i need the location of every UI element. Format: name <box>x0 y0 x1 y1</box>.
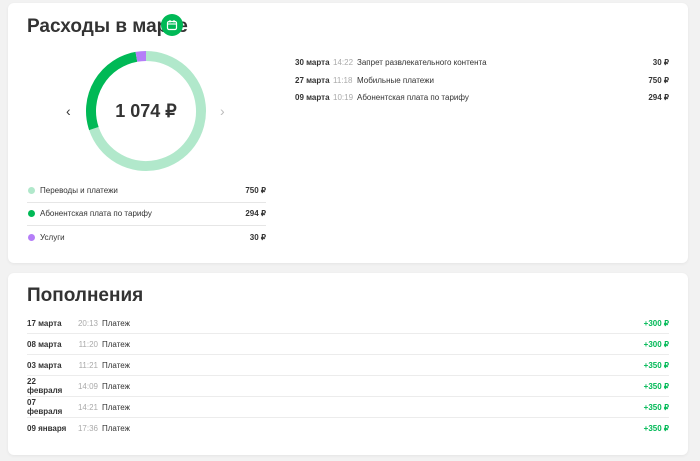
legend-label: Переводы и платежи <box>40 185 118 195</box>
topup-date: 17 марта <box>27 318 62 328</box>
transaction-date: 27 марта <box>295 75 330 85</box>
transaction-date: 09 марта <box>295 93 330 103</box>
topup-amount: +300 ₽ <box>643 339 669 349</box>
legend-item: Услуги 30 ₽ <box>27 226 266 250</box>
transaction-time: 14:22 <box>333 58 354 68</box>
topup-amount: +350 ₽ <box>643 381 669 391</box>
transaction-row[interactable]: 27 марта 11:18 Мобильные платежи 750 ₽ <box>295 72 669 90</box>
transaction-amount: 294 ₽ <box>648 93 669 103</box>
topup-amount: +300 ₽ <box>643 318 669 328</box>
topups-title: Пополнения <box>27 285 144 306</box>
topup-date: 09 января <box>27 424 67 433</box>
topup-date: 22 февраля <box>27 377 63 395</box>
next-month-button[interactable]: › <box>220 103 225 119</box>
topup-row[interactable]: 22 февраля 14:09 Платеж +350 ₽ <box>27 376 669 397</box>
legend-amount: 30 ₽ <box>249 233 266 243</box>
topup-amount: +350 ₽ <box>643 424 669 433</box>
topup-row[interactable]: 17 марта 20:13 Платеж +300 ₽ <box>27 313 669 334</box>
topup-time: 11:21 <box>78 360 98 370</box>
transaction-amount: 750 ₽ <box>648 75 669 85</box>
transaction-description: Запрет развлекательного контента <box>357 58 487 68</box>
topup-time: 11:20 <box>78 339 98 349</box>
topup-description: Платеж <box>102 339 130 349</box>
topup-date: 07 февраля <box>27 398 63 416</box>
topup-row[interactable]: 09 января 17:36 Платеж +350 ₽ <box>27 418 669 439</box>
legend-amount: 294 ₽ <box>245 209 266 219</box>
donut-segment <box>135 51 147 62</box>
topup-row[interactable]: 03 марта 11:21 Платеж +350 ₽ <box>27 355 669 376</box>
legend-dot-icon <box>28 210 35 218</box>
topup-date: 03 марта <box>27 360 62 370</box>
expenses-transactions: 30 марта 14:22 Запрет развлекательного кон… <box>295 54 669 107</box>
calendar-button[interactable] <box>161 14 183 36</box>
topup-row[interactable]: 08 марта 11:20 Платеж +300 ₽ <box>27 334 669 355</box>
topup-description: Платеж <box>102 360 130 370</box>
expenses-total: 1 074 ₽ <box>115 101 177 121</box>
topup-amount: +350 ₽ <box>643 402 669 412</box>
legend-dot-icon <box>28 186 35 194</box>
transaction-time: 10:19 <box>333 93 354 103</box>
legend-dot-icon <box>28 234 35 242</box>
legend-item: Абонентская плата по тарифу 294 ₽ <box>27 203 266 226</box>
legend-label: Услуги <box>40 233 65 243</box>
legend-label: Абонентская плата по тарифу <box>40 209 152 219</box>
topup-date: 08 марта <box>27 339 62 349</box>
transaction-row[interactable]: 09 марта 10:19 Абонентская плата по тарифу… <box>295 89 669 107</box>
calendar-icon <box>166 20 178 31</box>
topup-time: 17:36 <box>77 424 98 433</box>
topup-amount: +350 ₽ <box>643 360 669 370</box>
legend-amount: 750 ₽ <box>245 185 266 195</box>
transaction-amount: 30 ₽ <box>652 58 669 68</box>
topup-description: Платеж <box>102 318 130 328</box>
topups-list: 17 марта 20:13 Платеж +300 ₽ 08 марта 11:20 Пл… <box>27 313 669 439</box>
topup-description: Платеж <box>102 381 130 391</box>
prev-month-button[interactable]: ‹ <box>66 103 71 119</box>
transaction-date: 30 марта <box>295 58 330 68</box>
transaction-description: Мобильные платежи <box>357 75 434 85</box>
legend-item: Переводы и платежи 750 ₽ <box>27 179 266 203</box>
transaction-row[interactable]: 30 марта 14:22 Запрет развлекательного кон… <box>295 54 669 72</box>
expenses-card: Расходы в марте 1 074 ₽ ‹ › Переводы и п… <box>8 3 688 263</box>
topup-time: 20:13 <box>77 318 98 328</box>
transaction-time: 11:18 <box>333 75 353 85</box>
topups-card: Пополнения 17 марта 20:13 Платеж +300 ₽08 м… <box>8 273 688 455</box>
topup-description: Платеж <box>102 424 130 433</box>
expenses-legend: Переводы и платежи 750 ₽ Абонентская плата… <box>27 179 266 250</box>
transaction-description: Абонентская плата по тарифу <box>357 93 469 103</box>
topup-row[interactable]: 07 февраля 14:21 Платеж +350 ₽ <box>27 397 669 418</box>
topup-time: 14:21 <box>77 402 98 412</box>
topup-description: Платеж <box>102 402 130 412</box>
topup-time: 14:09 <box>77 381 98 391</box>
